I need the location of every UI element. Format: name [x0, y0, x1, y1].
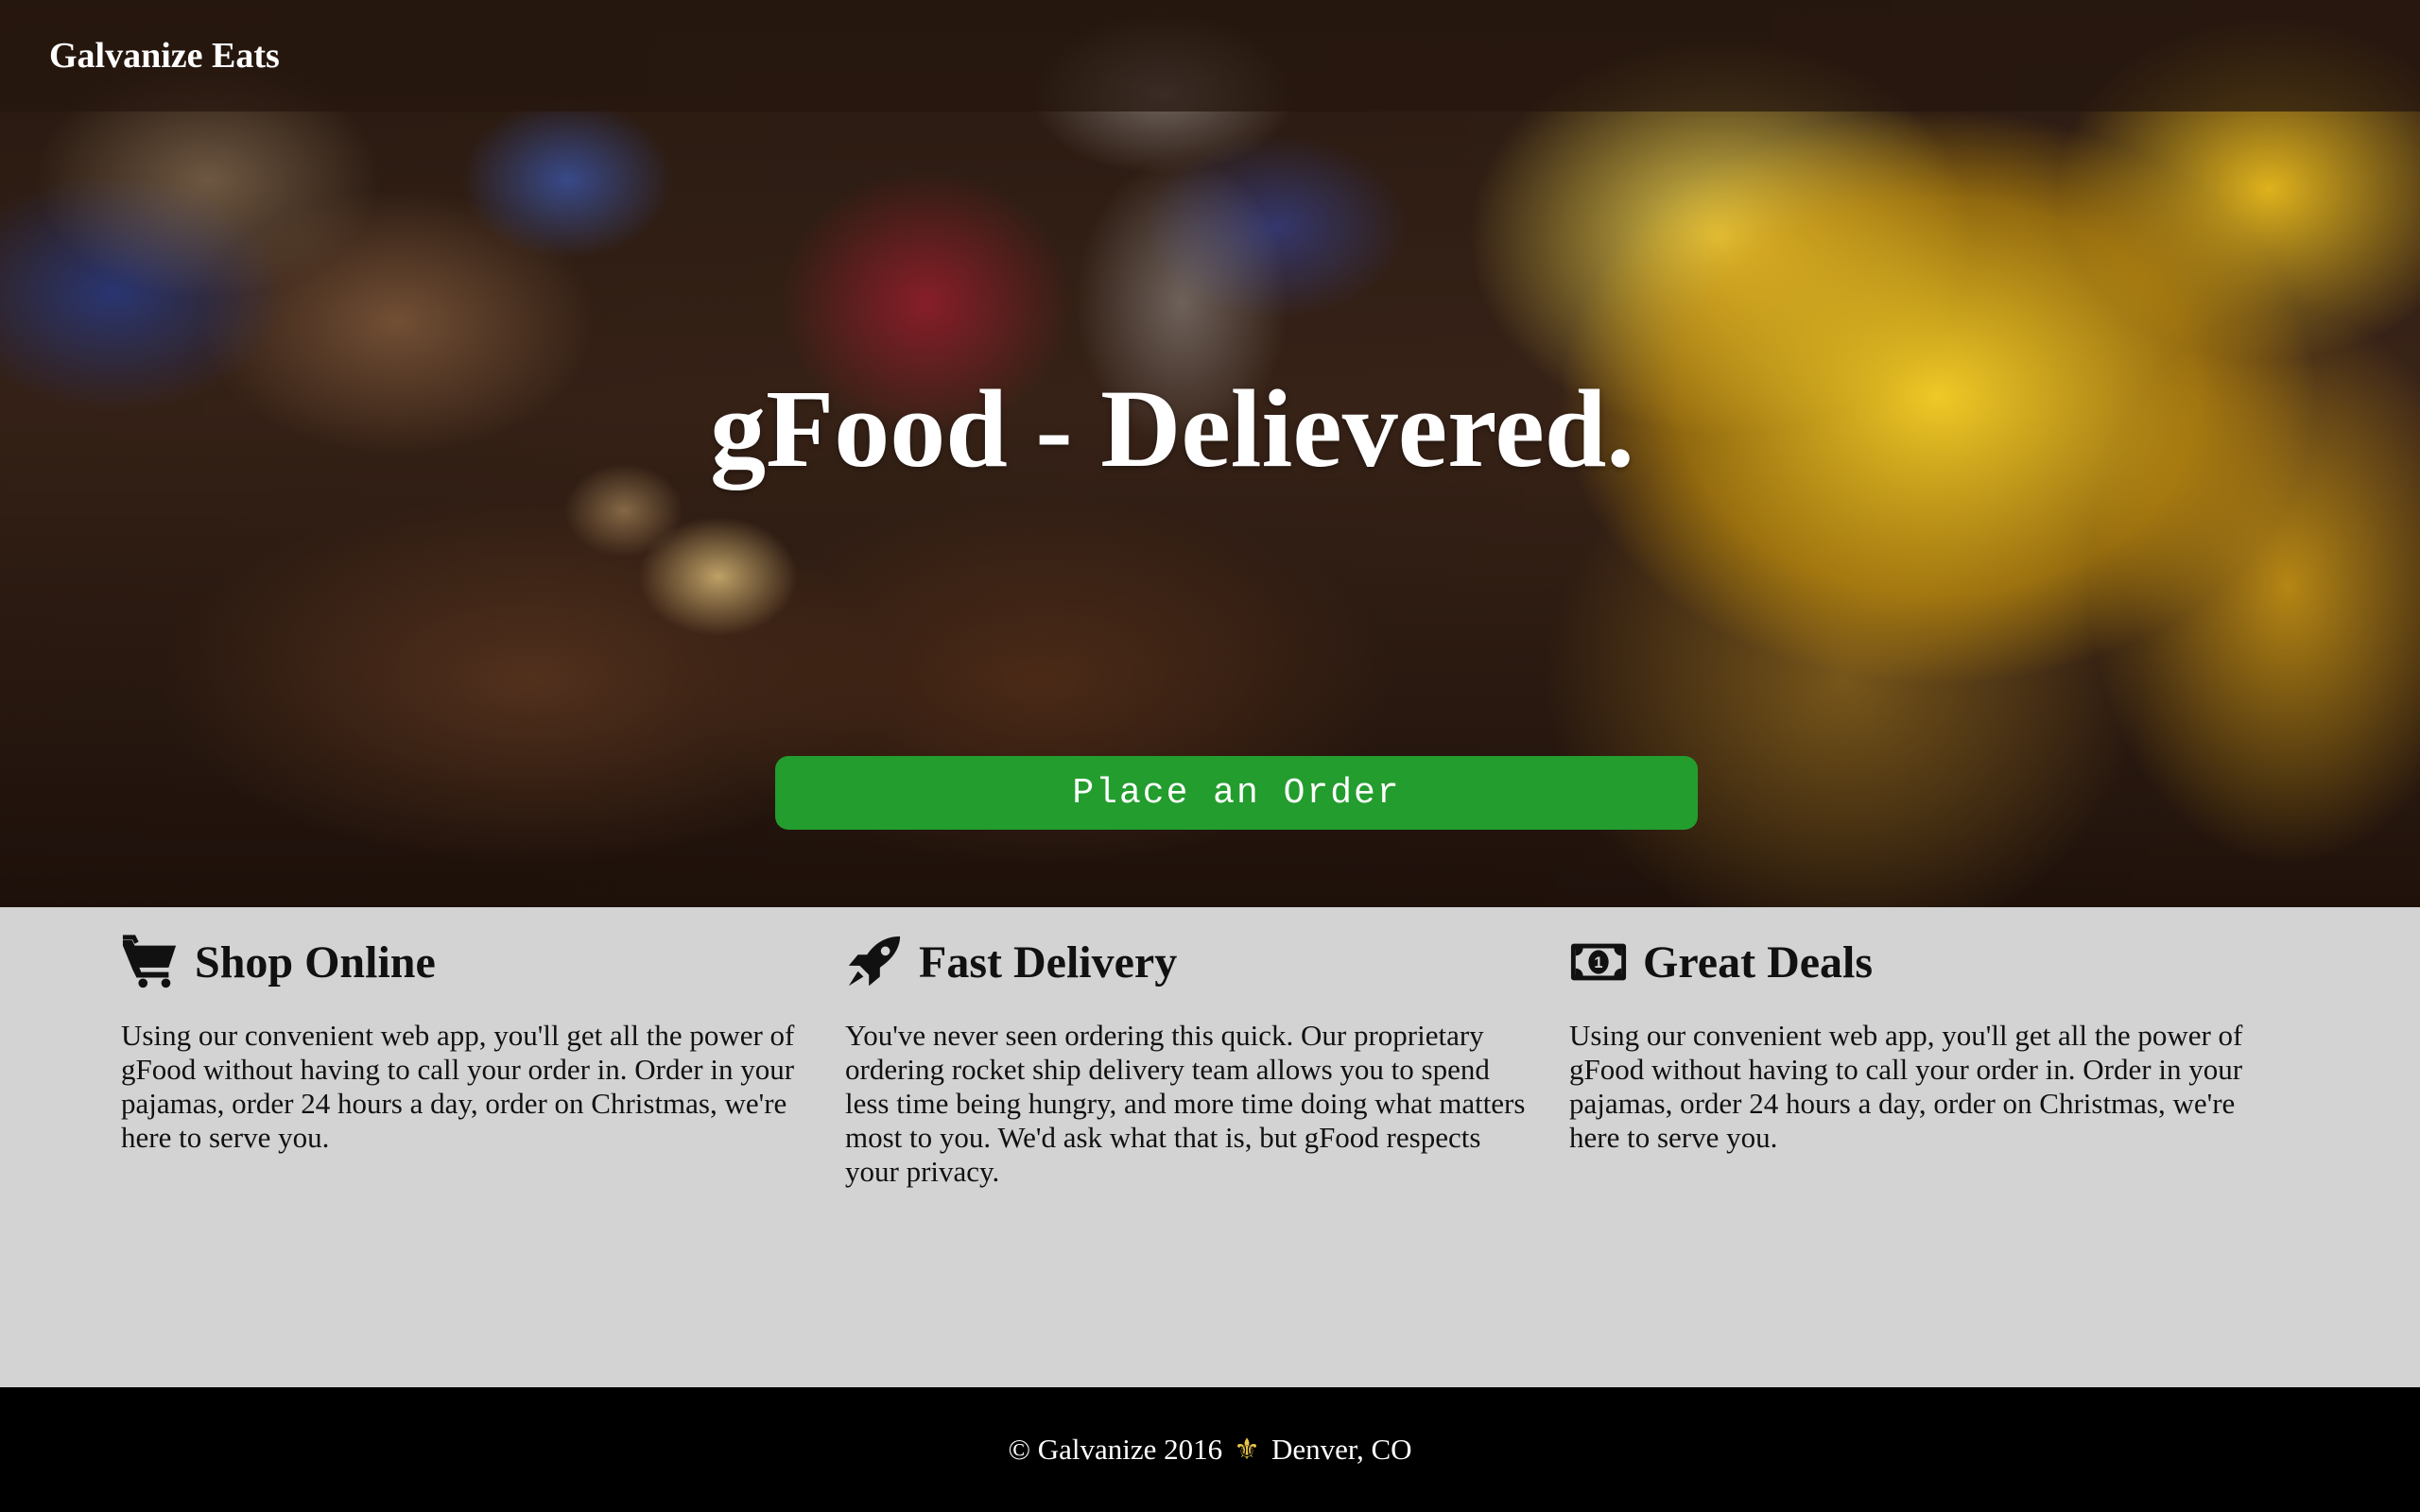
- feature-title: Fast Delivery: [919, 936, 1178, 988]
- feature-title: Great Deals: [1643, 936, 1874, 988]
- feature-fast-delivery: Fast Delivery You've never seen ordering…: [845, 932, 1540, 1189]
- feature-title: Shop Online: [195, 936, 436, 988]
- brand-link[interactable]: Galvanize Eats: [49, 35, 280, 77]
- feature-great-deals: 1 Great Deals Using our convenient web a…: [1569, 932, 2264, 1155]
- footer-copyright: © Galvanize 2016: [1008, 1433, 1223, 1466]
- features-section: Shop Online Using our convenient web app…: [0, 907, 2420, 1387]
- feature-shop-online: Shop Online Using our convenient web app…: [121, 932, 816, 1155]
- rocket-icon: [845, 934, 904, 990]
- money-bill-icon: 1: [1569, 934, 1628, 990]
- feature-heading: 1 Great Deals: [1569, 932, 2264, 992]
- feature-heading: Shop Online: [121, 932, 816, 992]
- feature-description: Using our convenient web app, you'll get…: [121, 1019, 795, 1154]
- place-order-button[interactable]: Place an Order: [775, 756, 1698, 830]
- hero-headline: gFood - Delievered.: [710, 367, 1634, 490]
- page-footer: © Galvanize 2016 ⚜ Denver, CO: [0, 1387, 2420, 1512]
- fleur-de-lis-icon: ⚜: [1234, 1433, 1260, 1466]
- svg-text:1: 1: [1594, 954, 1602, 971]
- feature-description: You've never seen ordering this quick. O…: [845, 1019, 1526, 1188]
- hero-section: Galvanize Eats gFood - Delievered. Place…: [0, 0, 2420, 907]
- top-navbar: Galvanize Eats: [0, 0, 2420, 112]
- feature-description: Using our convenient web app, you'll get…: [1569, 1019, 2243, 1154]
- feature-heading: Fast Delivery: [845, 932, 1540, 992]
- shopping-cart-icon: [121, 934, 180, 990]
- footer-location: Denver, CO: [1270, 1433, 1412, 1466]
